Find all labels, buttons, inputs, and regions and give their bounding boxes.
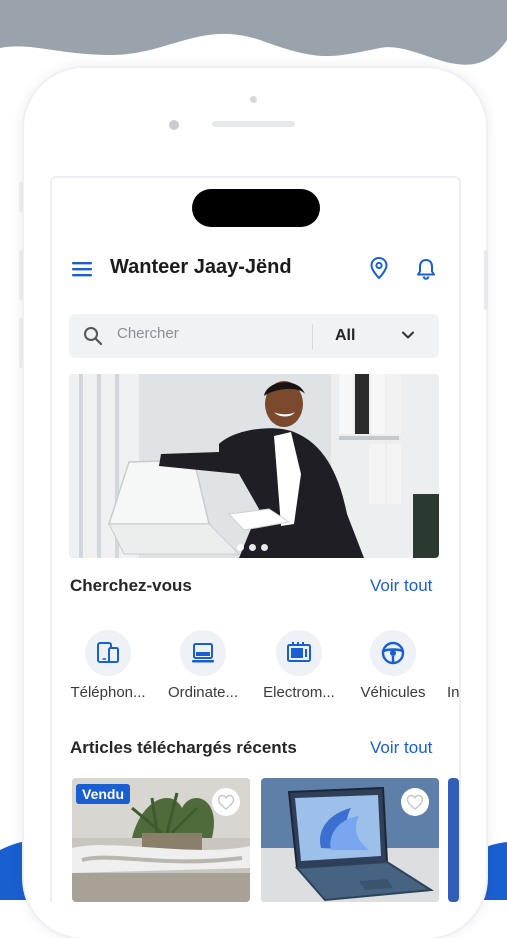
map-pin-icon[interactable] xyxy=(370,257,388,279)
bell-icon[interactable] xyxy=(416,258,436,280)
menu-icon[interactable] xyxy=(72,261,92,277)
heart-icon xyxy=(217,794,235,810)
laptop-icon xyxy=(192,643,214,663)
carousel-indicator[interactable] xyxy=(237,538,273,556)
category-icon-bg xyxy=(85,630,131,676)
sensor-dot xyxy=(250,96,257,103)
recent-items-title: Articles téléchargés récents xyxy=(70,738,297,757)
microwave-icon xyxy=(287,642,311,662)
categories-see-all-link[interactable]: Voir tout xyxy=(370,576,432,596)
side-button xyxy=(19,182,23,212)
carousel-dot[interactable] xyxy=(237,544,244,551)
category-more[interactable]: In xyxy=(420,630,459,701)
favorite-button[interactable] xyxy=(401,788,429,816)
category-icon-bg xyxy=(370,630,416,676)
product-card[interactable] xyxy=(261,778,439,902)
promo-banner[interactable] xyxy=(69,374,439,558)
category-icon-bg xyxy=(420,630,459,676)
product-card[interactable]: Vendu xyxy=(72,778,250,902)
carousel-dot[interactable] xyxy=(249,544,256,551)
phone-tablet-icon xyxy=(97,642,119,663)
search-bar: Chercher All xyxy=(69,314,439,358)
category-icon-bg xyxy=(180,630,226,676)
speaker-grille xyxy=(212,121,295,127)
chevron-down-icon[interactable] xyxy=(401,328,415,342)
category-select[interactable]: All xyxy=(335,327,355,345)
category-icon-bg xyxy=(276,630,322,676)
steering-wheel-icon xyxy=(381,641,405,665)
categories-title: Cherchez-vous xyxy=(70,576,192,595)
category-label: In xyxy=(447,684,459,701)
category-label: Téléphon... xyxy=(70,684,146,701)
sold-badge: Vendu xyxy=(76,784,131,804)
category-label: Ordinate... xyxy=(167,684,239,701)
category-label: Electrom... xyxy=(263,684,335,701)
dynamic-island xyxy=(192,189,320,227)
search-icon xyxy=(84,327,103,346)
heart-icon xyxy=(406,794,424,810)
app-header: Wanteer Jaay-Jënd xyxy=(52,252,459,288)
category-phones[interactable]: Téléphon... xyxy=(62,630,154,701)
side-button xyxy=(19,318,23,368)
category-electronics[interactable]: Electrom... xyxy=(253,630,345,701)
app-title: Wanteer Jaay-Jënd xyxy=(110,256,292,278)
product-card[interactable] xyxy=(448,778,459,902)
side-button xyxy=(484,250,488,310)
side-button xyxy=(19,250,23,300)
carousel-dot[interactable] xyxy=(261,544,268,551)
favorite-button[interactable] xyxy=(212,788,240,816)
front-camera xyxy=(169,120,179,130)
app-screen: Wanteer Jaay-Jënd Chercher All Cherchez-… xyxy=(50,176,461,902)
search-divider xyxy=(312,324,313,350)
recent-items-see-all-link[interactable]: Voir tout xyxy=(370,738,432,758)
banner-image xyxy=(69,374,439,558)
search-input[interactable]: Chercher xyxy=(117,325,179,342)
category-computers[interactable]: Ordinate... xyxy=(157,630,249,701)
